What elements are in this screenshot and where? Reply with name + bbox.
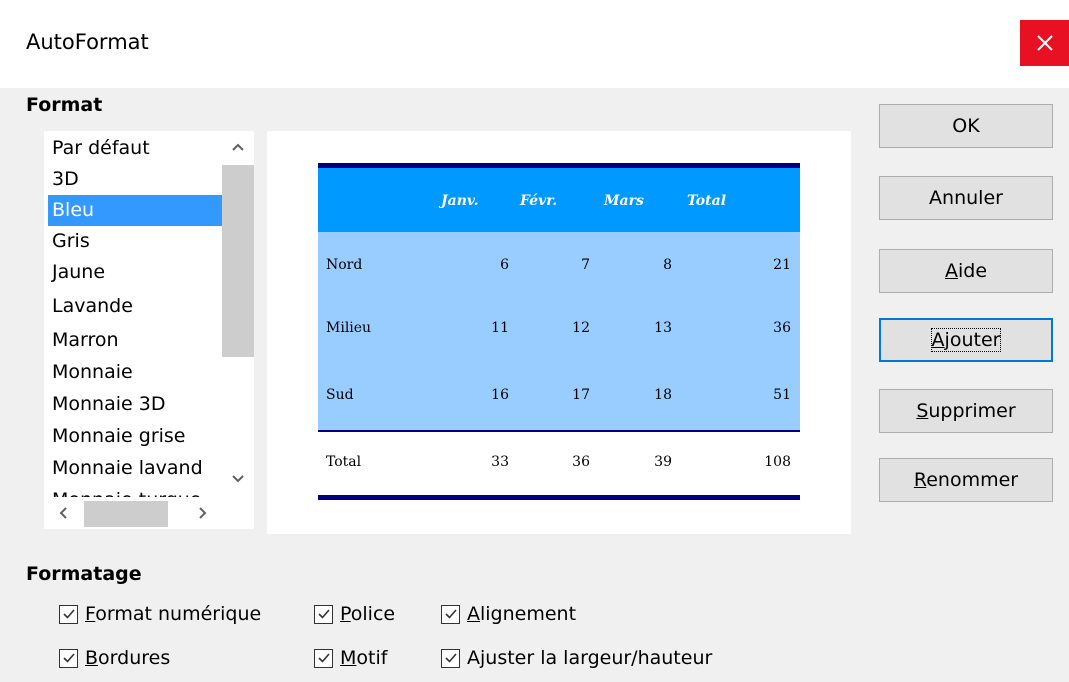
checkbox-box[interactable]	[59, 604, 78, 624]
cell: 39	[654, 454, 672, 470]
header-cell-mars: Mars	[603, 193, 644, 209]
preview-table: Janv. Févr. Mars Total Nord 6 7 8 21 Mil…	[318, 163, 800, 500]
checkmark-icon	[444, 609, 457, 619]
delete-button-label: Supprimer	[916, 400, 1016, 422]
cell: 11	[491, 320, 509, 336]
row-label-sud: Sud	[326, 387, 354, 403]
chevron-left-icon[interactable]	[58, 506, 68, 520]
checkbox-box[interactable]	[59, 648, 78, 668]
number-format-checkbox[interactable]: Format numérique	[59, 602, 261, 626]
cell: 16	[491, 387, 509, 403]
format-section-label: Format	[26, 94, 103, 116]
font-label: Police	[340, 603, 396, 625]
checkmark-icon	[317, 609, 330, 619]
close-button[interactable]	[1020, 20, 1069, 66]
vertical-scroll-thumb[interactable]	[222, 165, 254, 357]
cancel-button-label: Annuler	[929, 187, 1003, 209]
list-item-selected[interactable]: Bleu	[48, 195, 224, 226]
list-item[interactable]: 3D	[48, 164, 224, 195]
checkbox-box[interactable]	[314, 604, 333, 624]
cell: 36	[572, 454, 590, 470]
chevron-up-icon[interactable]	[231, 142, 245, 152]
list-item[interactable]: Monnaie	[48, 357, 224, 388]
header-cell-total: Total	[687, 193, 726, 209]
checkmark-icon	[62, 653, 75, 663]
rename-button-label: Renommer	[913, 469, 1019, 491]
rename-button[interactable]: Renommer	[879, 458, 1053, 502]
checkmark-icon	[317, 653, 330, 663]
horizontal-scroll-thumb[interactable]	[84, 501, 168, 527]
list-item[interactable]: Monnaie 3D	[48, 389, 224, 420]
checkbox-box[interactable]	[441, 648, 460, 668]
list-item[interactable]: Gris	[48, 226, 224, 257]
autofit-label: Ajuster la largeur/hauteur	[467, 647, 713, 669]
chevron-right-icon[interactable]	[198, 506, 208, 520]
bottom-border	[318, 495, 800, 500]
pattern-label: Motif	[340, 647, 388, 669]
title-bar: AutoFormat	[0, 0, 1069, 88]
formatting-section-label: Formatage	[26, 563, 142, 585]
cancel-button[interactable]: Annuler	[879, 176, 1053, 220]
borders-label: Bordures	[85, 647, 171, 669]
list-item[interactable]: Lavande	[48, 291, 224, 322]
checkbox-box[interactable]	[314, 648, 333, 668]
list-item[interactable]: Marron	[48, 325, 224, 356]
header-cell-janv: Janv.	[438, 193, 478, 209]
list-vertical-scrollbar[interactable]	[222, 131, 254, 493]
header-row-bg	[318, 168, 800, 232]
cell: 6	[500, 257, 509, 273]
list-item[interactable]: Monnaie grise	[48, 421, 224, 452]
checkmark-icon	[62, 609, 75, 619]
window-title: AutoFormat	[26, 30, 149, 54]
add-button-label: Ajouter	[930, 328, 1002, 352]
cell: 7	[581, 257, 590, 273]
help-button[interactable]: Aide	[879, 249, 1053, 293]
cell: 108	[764, 454, 791, 470]
add-button[interactable]: Ajouter	[879, 318, 1053, 362]
font-checkbox[interactable]: Police	[314, 602, 395, 626]
cell: 36	[773, 320, 791, 336]
checkmark-icon	[444, 653, 457, 663]
delete-button[interactable]: Supprimer	[879, 389, 1053, 433]
format-preview: Janv. Févr. Mars Total Nord 6 7 8 21 Mil…	[267, 131, 851, 534]
cell: 18	[654, 387, 672, 403]
list-item[interactable]: Monnaie lavand	[48, 453, 224, 484]
number-format-label: Format numérique	[85, 603, 262, 625]
header-cell-fevr: Févr.	[519, 193, 557, 209]
cell: 12	[572, 320, 590, 336]
body-rows-bg	[318, 232, 800, 430]
cell: 8	[663, 257, 672, 273]
list-item[interactable]: Par défaut	[48, 133, 224, 164]
borders-checkbox[interactable]: Bordures	[59, 646, 170, 670]
row-label-total: Total	[326, 454, 362, 470]
alignment-checkbox[interactable]: Alignement	[441, 602, 576, 626]
cell: 21	[773, 257, 791, 273]
cell: 13	[654, 320, 672, 336]
total-separator	[318, 430, 800, 432]
alignment-label: Alignement	[467, 603, 577, 625]
top-border	[318, 163, 800, 168]
chevron-down-icon[interactable]	[231, 474, 245, 484]
checkbox-box[interactable]	[441, 604, 460, 624]
pattern-checkbox[interactable]: Motif	[314, 646, 387, 670]
cell: 17	[572, 387, 590, 403]
list-item[interactable]: Jaune	[48, 257, 224, 288]
row-label-milieu: Milieu	[326, 320, 371, 336]
cell: 51	[773, 387, 791, 403]
list-horizontal-scrollbar[interactable]	[44, 497, 222, 529]
cell: 33	[491, 454, 509, 470]
ok-button-label: OK	[952, 115, 980, 137]
close-icon	[1036, 35, 1053, 51]
autofit-checkbox[interactable]: Ajuster la largeur/hauteur	[441, 646, 712, 670]
help-button-label: Aide	[944, 260, 988, 282]
ok-button[interactable]: OK	[879, 104, 1053, 148]
row-label-nord: Nord	[326, 257, 362, 273]
